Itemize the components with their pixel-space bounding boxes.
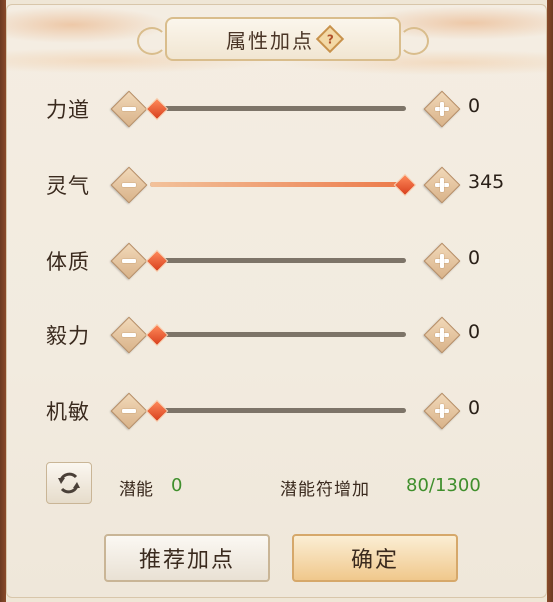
attribute-label: 力道 [46,98,90,122]
plus-icon [433,100,451,118]
plus-icon [433,176,451,194]
attribute-value: 0 [468,321,481,343]
reset-button[interactable] [46,462,92,504]
attribute-label: 灵气 [46,174,90,198]
attribute-slider[interactable] [145,249,406,273]
attribute-row: 体质 0 [0,240,553,280]
decrease-button[interactable] [110,392,148,430]
attribute-value: 345 [468,171,505,193]
potential-bar: 潜能 0 潜能符增加 80/1300 [46,462,506,512]
attribute-label: 体质 [46,250,90,274]
attribute-value: 0 [468,397,481,419]
confirm-button[interactable]: 确定 [292,534,458,582]
slider-fill [150,182,404,187]
increase-button[interactable] [423,316,461,354]
recommend-button[interactable]: 推荐加点 [104,534,270,582]
attribute-row: 灵气 345 [0,164,553,204]
decrease-button[interactable] [110,316,148,354]
potential-label: 潜能 [119,480,153,500]
minus-icon [120,402,138,420]
minus-icon [120,326,138,344]
attribute-label: 毅力 [46,324,90,348]
slider-knob[interactable] [145,323,169,347]
attribute-row: 毅力 0 [0,314,553,354]
attribute-slider[interactable] [145,323,406,347]
attribute-slider[interactable] [150,173,417,197]
title-plate: 属性加点 ? [137,17,429,61]
refresh-icon [58,472,80,494]
decrease-button[interactable] [110,90,148,128]
attribute-label: 机敏 [46,400,90,424]
increase-button[interactable] [423,392,461,430]
increase-button[interactable] [423,242,461,280]
attribute-row: 力道 0 [0,88,553,128]
panel-title: 属性加点 [226,28,314,53]
potential-value: 0 [171,475,183,496]
slider-knob[interactable] [145,399,169,423]
decrease-button[interactable] [110,166,148,204]
help-icon[interactable]: ? [315,24,345,54]
attribute-row: 机敏 0 [0,390,553,430]
minus-icon [120,100,138,118]
decrease-button[interactable] [110,242,148,280]
increase-button[interactable] [423,90,461,128]
help-glyph: ? [326,32,334,46]
plus-icon [433,252,451,270]
rune-label: 潜能符增加 [280,480,370,500]
slider-knob[interactable] [145,97,169,121]
attribute-slider[interactable] [145,97,406,121]
attribute-value: 0 [468,95,481,117]
increase-button[interactable] [423,166,461,204]
plus-icon [433,326,451,344]
slider-knob[interactable] [145,249,169,273]
attribute-value: 0 [468,247,481,269]
rune-value: 80/1300 [406,475,481,496]
minus-icon [120,252,138,270]
attribute-slider[interactable] [145,399,406,423]
minus-icon [120,176,138,194]
plus-icon [433,402,451,420]
slider-knob[interactable] [393,173,417,197]
